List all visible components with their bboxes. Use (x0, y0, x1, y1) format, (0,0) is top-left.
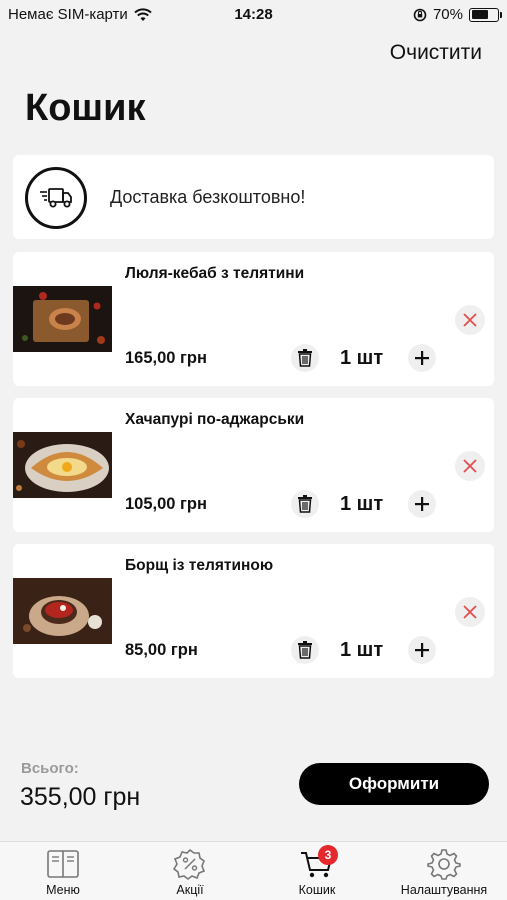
cart-item: Люля-кебаб з телятини 165,00 грн 1 шт (13, 252, 494, 386)
total-label: Всього: (21, 760, 79, 777)
item-quantity: 1 шт (340, 493, 384, 515)
remove-item-button[interactable] (455, 597, 485, 627)
tab-bar: Меню Акції 3 Кошик Налаштування (0, 841, 507, 900)
total-value: 355,00 грн (20, 783, 141, 811)
tab-settings[interactable]: Налаштування (381, 842, 507, 900)
delivery-truck-icon (25, 167, 87, 229)
tab-menu[interactable]: Меню (0, 842, 126, 900)
item-price: 105,00 грн (125, 495, 207, 513)
increase-quantity-button[interactable] (408, 490, 436, 518)
remove-item-button[interactable] (455, 451, 485, 481)
remove-item-button[interactable] (455, 305, 485, 335)
item-price: 165,00 грн (125, 349, 207, 367)
trash-icon[interactable] (291, 344, 319, 372)
tab-label: Налаштування (400, 883, 488, 897)
checkout-button[interactable]: Оформити (299, 763, 489, 805)
tab-cart[interactable]: 3 Кошик (254, 842, 380, 900)
item-price: 85,00 грн (125, 641, 198, 659)
delivery-text: Доставка безкоштовно! (110, 187, 306, 207)
cart-item: Борщ із телятиною 85,00 грн 1 шт (13, 544, 494, 678)
item-name: Люля-кебаб з телятини (125, 265, 305, 282)
increase-quantity-button[interactable] (408, 344, 436, 372)
gear-icon (427, 849, 461, 880)
battery-icon (469, 7, 502, 22)
khachapuri-image (13, 432, 112, 498)
battery-fill (471, 10, 489, 19)
borscht-image (13, 578, 112, 644)
cart-count-badge: 3 (318, 845, 338, 865)
tab-label: Акції (176, 883, 204, 897)
clear-cart-button[interactable]: Очистити (390, 41, 482, 65)
discount-icon (173, 848, 206, 880)
menu-book-icon (47, 850, 79, 878)
trash-icon[interactable] (291, 490, 319, 518)
battery-percent: 70% (432, 6, 463, 23)
item-quantity: 1 шт (340, 347, 384, 369)
tab-label: Меню (46, 883, 80, 897)
page-title: Кошик (25, 87, 146, 129)
item-name: Борщ із телятиною (125, 557, 274, 574)
kebab-image (13, 286, 112, 352)
status-bar: Немає SIM-карти 14:28 70% (0, 0, 507, 30)
delivery-banner: Доставка безкоштовно! (13, 155, 494, 239)
tab-promotions[interactable]: Акції (127, 842, 253, 900)
item-name: Хачапурі по-аджарськи (125, 411, 305, 428)
cart-item: Хачапурі по-аджарськи 105,00 грн 1 шт (13, 398, 494, 532)
status-right-group: 70% (413, 6, 502, 23)
trash-icon[interactable] (291, 636, 319, 664)
item-quantity: 1 шт (340, 639, 384, 661)
tab-label: Кошик (298, 883, 336, 897)
increase-quantity-button[interactable] (408, 636, 436, 664)
orientation-lock-icon (413, 8, 427, 21)
